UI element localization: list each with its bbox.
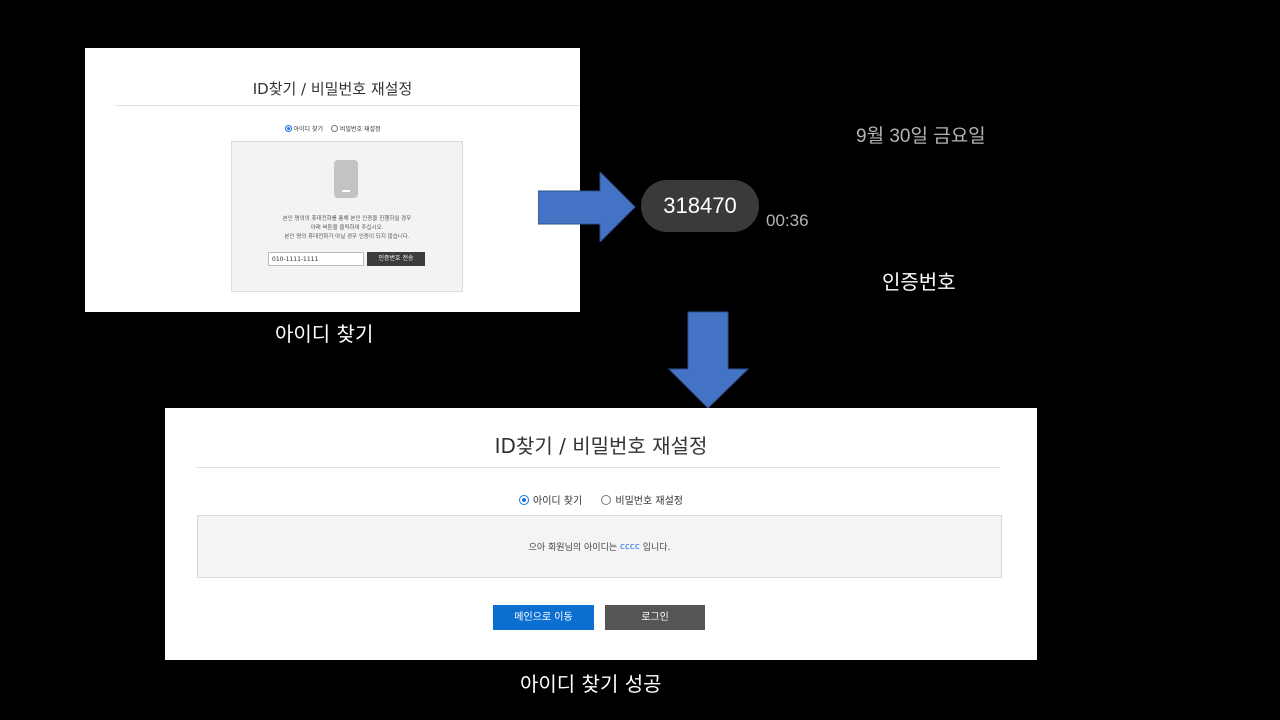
auth-message-line-1: 본인 명의의 휴대전화를 통해 본인 인증을 진행하실 경우 — [282, 216, 412, 222]
title-divider — [197, 467, 1001, 468]
radio-unchecked-icon — [330, 125, 338, 132]
find-id-caption: 아이디 찾기 — [275, 322, 374, 346]
page-title: ID찾기 / 비밀번호 재설정 — [494, 434, 708, 458]
send-code-button[interactable]: 인증번호 전송 — [367, 252, 425, 266]
right-arrow-icon — [538, 172, 636, 242]
find-id-success-caption: 아이디 찾기 성공 — [520, 672, 662, 696]
down-arrow-icon — [668, 311, 750, 409]
radio-find-id-label: 아이디 찾기 — [293, 126, 324, 133]
page-title: ID찾기 / 비밀번호 재설정 — [252, 80, 413, 98]
auth-code-caption: 인증번호 — [882, 270, 956, 294]
sms-code-bubble: 318470 — [641, 180, 759, 232]
result-prefix: 으아 회원님의 아이디는 — [528, 543, 618, 553]
auth-message-line-3: 본인 명의 휴대전화가 아닐 경우 인증이 되지 않습니다. — [284, 234, 410, 240]
radio-find-id-label: 아이디 찾기 — [533, 496, 583, 507]
found-user-id: cccc — [620, 541, 640, 552]
login-button[interactable]: 로그인 — [605, 605, 705, 630]
title-divider — [115, 105, 580, 106]
radio-reset-password-label: 비밀번호 재설정 — [339, 126, 381, 133]
radio-unchecked-icon — [601, 494, 612, 505]
mobile-phone-icon — [334, 160, 358, 198]
radio-reset-password[interactable]: 비밀번호 재설정 — [601, 492, 683, 507]
radio-reset-password-label: 비밀번호 재설정 — [615, 496, 683, 507]
mode-radio-group: 아이디 찾기 비밀번호 재설정 — [165, 492, 1037, 508]
sms-date: 9월 30일 금요일 — [856, 126, 986, 147]
find-id-result-panel: ID찾기 / 비밀번호 재설정 아이디 찾기 비밀번호 재설정 으아 회원님의 … — [165, 408, 1037, 660]
radio-reset-password[interactable]: 비밀번호 재설정 — [330, 124, 381, 133]
radio-find-id[interactable]: 아이디 찾기 — [284, 124, 324, 133]
radio-find-id[interactable]: 아이디 찾기 — [519, 492, 582, 507]
result-message-box: 으아 회원님의 아이디는 cccc 입니다. — [197, 515, 1002, 578]
find-id-panel: ID찾기 / 비밀번호 재설정 아이디 찾기 비밀번호 재설정 본인 명의의 휴… — [85, 48, 580, 312]
radio-checked-icon — [284, 125, 292, 132]
phone-auth-box: 본인 명의의 휴대전화를 통해 본인 인증을 진행하실 경우 아래 버튼을 클릭… — [231, 141, 463, 292]
result-suffix: 입니다. — [642, 543, 671, 553]
auth-message-line-2: 아래 버튼을 클릭하여 주십시오. — [310, 225, 384, 231]
phone-number-input[interactable]: 010-1111-1111 — [268, 252, 364, 266]
radio-checked-icon — [519, 494, 530, 505]
mode-radio-group: 아이디 찾기 비밀번호 재설정 — [85, 124, 580, 134]
sms-time: 00:36 — [766, 211, 809, 230]
go-main-button[interactable]: 메인으로 이동 — [493, 605, 594, 630]
